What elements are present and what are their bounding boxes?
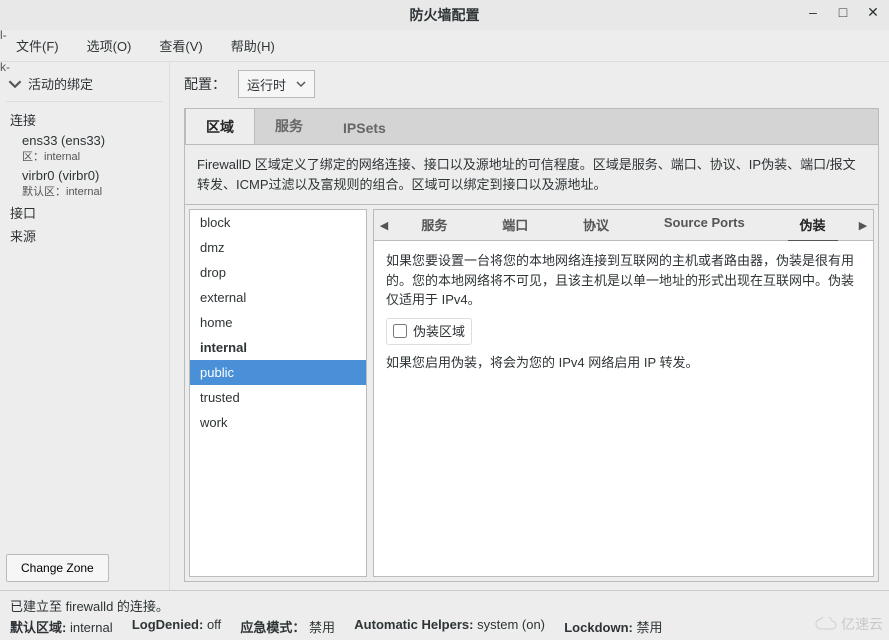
- config-label: 配置：: [184, 74, 226, 94]
- zone-trusted[interactable]: trusted: [190, 385, 366, 410]
- connection-ens33[interactable]: ens33 (ens33) 区：internal: [6, 131, 163, 166]
- zone-subtabs: ◀ 服务端口协议 Source Ports 伪装 ▶: [373, 209, 874, 241]
- subtab-2[interactable]: 协议: [571, 209, 621, 242]
- titlebar: 防火墙配置 – □ ✕: [0, 0, 889, 30]
- zone-home[interactable]: home: [190, 310, 366, 335]
- window-title: 防火墙配置: [410, 5, 480, 25]
- zone-external[interactable]: external: [190, 285, 366, 310]
- zone-public[interactable]: public: [190, 360, 366, 385]
- masquerade-note: 如果您启用伪装，将会为您的 IPv4 网络启用 IP 转发。: [386, 353, 861, 373]
- main-tabs: 区域 服务 IPSets: [184, 108, 879, 144]
- zone-list: blockdmzdropexternalhomeinternalpublictr…: [189, 209, 367, 577]
- watermark: 亿速云: [815, 614, 883, 634]
- sidebar: 活动的绑定 连接 ens33 (ens33) 区：internal virbr0…: [0, 62, 170, 590]
- change-zone-button[interactable]: Change Zone: [6, 554, 109, 582]
- group-sources[interactable]: 来源: [6, 224, 163, 247]
- zone-description: FirewallD 区域定义了绑定的网络连接、接口以及源地址的可信程度。区域是服…: [184, 144, 879, 204]
- tab-ipsets[interactable]: IPSets: [323, 112, 406, 144]
- group-connections[interactable]: 连接: [6, 108, 163, 131]
- zone-internal[interactable]: internal: [190, 335, 366, 360]
- minimize-button[interactable]: –: [805, 4, 821, 20]
- maximize-button[interactable]: □: [835, 4, 851, 20]
- menu-help[interactable]: 帮助(H): [225, 32, 281, 59]
- masquerade-desc: 如果您要设置一台将您的本地网络连接到互联网的主机或者路由器，伪装是很有用的。您的…: [386, 251, 861, 310]
- zone-drop[interactable]: drop: [190, 260, 366, 285]
- menubar: 文件(F) 选项(O) 查看(V) 帮助(H): [0, 30, 889, 62]
- binding-tree: 连接 ens33 (ens33) 区：internal virbr0 (virb…: [6, 102, 163, 554]
- masquerade-checkbox[interactable]: [393, 324, 407, 338]
- masquerade-panel: 如果您要设置一台将您的本地网络连接到互联网的主机或者路由器，伪装是很有用的。您的…: [373, 241, 874, 577]
- connection-virbr0[interactable]: virbr0 (virbr0) 默认区：internal: [6, 166, 163, 201]
- subtab-0[interactable]: 服务: [409, 209, 459, 242]
- statusbar: 已建立至 firewalld 的连接。 默认区域: internal LogDe…: [0, 590, 889, 640]
- config-select[interactable]: 运行时: [238, 70, 315, 98]
- tab-services[interactable]: 服务: [255, 108, 323, 144]
- tab-zones[interactable]: 区域: [185, 108, 255, 145]
- content-area: 配置： 运行时 区域 服务 IPSets FirewallD 区域定义了绑定的网…: [170, 62, 889, 590]
- chevron-down-icon: [296, 79, 306, 89]
- subtab-3[interactable]: Source Ports: [652, 209, 757, 242]
- masquerade-checkbox-row[interactable]: 伪装区域: [386, 318, 472, 346]
- left-gutter: i) l- l- k-: [0, 0, 10, 640]
- subtab-1[interactable]: 端口: [490, 209, 540, 242]
- zone-block[interactable]: block: [190, 210, 366, 235]
- sidebar-heading[interactable]: 活动的绑定: [6, 70, 163, 102]
- status-connection: 已建立至 firewalld 的连接。: [10, 596, 169, 615]
- subtab-scroll-left[interactable]: ◀: [374, 219, 394, 232]
- status-seg-0: 默认区域: internal: [10, 617, 113, 636]
- subtab-4[interactable]: 伪装: [788, 209, 838, 242]
- close-button[interactable]: ✕: [865, 4, 881, 20]
- chevron-down-icon: [8, 77, 22, 91]
- status-seg-2: 应急模式： 禁用: [240, 617, 335, 636]
- status-seg-4: Lockdown: 禁用: [564, 617, 662, 636]
- menu-options[interactable]: 选项(O): [81, 32, 138, 59]
- group-interfaces[interactable]: 接口: [6, 201, 163, 224]
- status-seg-1: LogDenied: off: [132, 617, 221, 636]
- menu-view[interactable]: 查看(V): [153, 32, 208, 59]
- zone-work[interactable]: work: [190, 410, 366, 435]
- subtab-scroll-right[interactable]: ▶: [853, 219, 873, 232]
- zone-dmz[interactable]: dmz: [190, 235, 366, 260]
- menu-file[interactable]: 文件(F): [10, 32, 65, 59]
- status-seg-3: Automatic Helpers: system (on): [354, 617, 545, 636]
